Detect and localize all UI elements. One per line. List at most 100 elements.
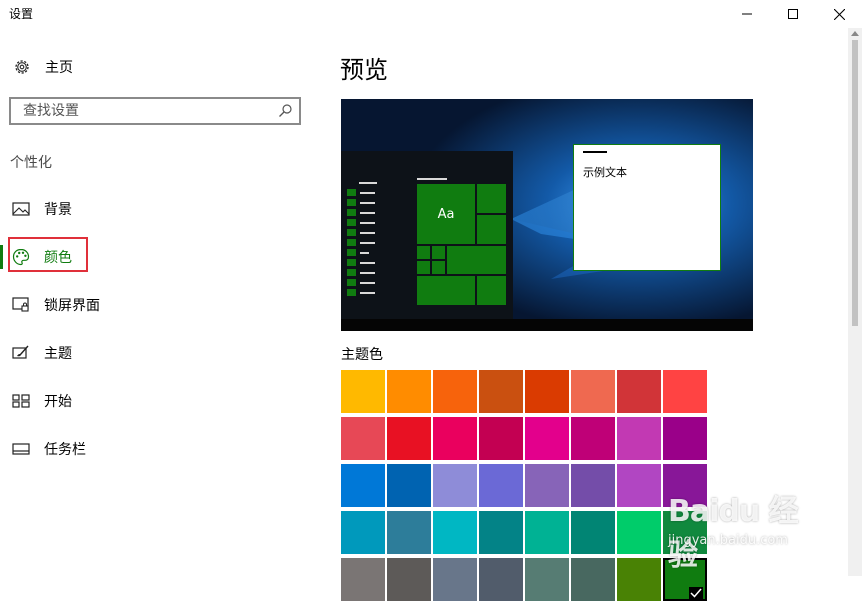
color-swatch[interactable] bbox=[479, 511, 523, 554]
window-title-bar bbox=[583, 151, 607, 153]
sidebar-item-label: 锁屏界面 bbox=[44, 298, 100, 314]
color-swatch[interactable] bbox=[341, 558, 385, 601]
color-swatch[interactable] bbox=[617, 558, 661, 601]
lock-screen-icon bbox=[12, 296, 30, 314]
color-swatch[interactable] bbox=[433, 370, 477, 413]
sidebar-item-label: 开始 bbox=[44, 394, 72, 410]
preview-tile bbox=[476, 183, 507, 214]
main-content: 预览 Aa 示例文本 主题色 bbox=[318, 28, 862, 601]
color-swatch[interactable] bbox=[387, 370, 431, 413]
color-swatch[interactable] bbox=[525, 511, 569, 554]
window-title: 设置 bbox=[9, 7, 34, 21]
preview-panel: Aa 示例文本 bbox=[341, 99, 753, 331]
color-swatch[interactable] bbox=[341, 370, 385, 413]
scroll-up-icon[interactable] bbox=[851, 30, 859, 36]
color-swatch[interactable] bbox=[341, 464, 385, 507]
color-swatch[interactable] bbox=[663, 464, 707, 507]
color-swatch[interactable] bbox=[617, 511, 661, 554]
sidebar-item-background[interactable]: 背景 bbox=[0, 189, 310, 229]
preview-tile-large: Aa bbox=[416, 183, 476, 245]
preview-tile bbox=[476, 275, 507, 306]
checkmark-icon bbox=[689, 587, 703, 599]
minimize-button[interactable] bbox=[724, 0, 770, 28]
preview-tile bbox=[416, 260, 431, 275]
color-swatch[interactable] bbox=[479, 558, 523, 601]
color-swatch[interactable] bbox=[571, 511, 615, 554]
search-box[interactable] bbox=[9, 97, 301, 125]
color-swatch[interactable] bbox=[525, 417, 569, 460]
preview-tile bbox=[476, 214, 507, 245]
color-swatch[interactable] bbox=[341, 417, 385, 460]
color-swatch[interactable] bbox=[571, 558, 615, 601]
preview-start-menu: Aa bbox=[341, 151, 513, 319]
section-personalization: 个性化 bbox=[10, 155, 52, 171]
preview-tile bbox=[431, 245, 446, 260]
preview-tile bbox=[431, 260, 446, 275]
maximize-icon bbox=[788, 9, 798, 19]
taskbar-icon bbox=[12, 440, 30, 458]
maximize-button[interactable] bbox=[770, 0, 816, 28]
sidebar-item-label: 颜色 bbox=[44, 250, 72, 266]
color-swatch[interactable] bbox=[433, 417, 477, 460]
color-swatch[interactable] bbox=[525, 370, 569, 413]
sidebar-item-label: 任务栏 bbox=[44, 442, 86, 458]
color-swatch[interactable] bbox=[341, 511, 385, 554]
page-title: 预览 bbox=[340, 56, 388, 84]
color-swatch[interactable] bbox=[663, 558, 707, 601]
preview-window: 示例文本 bbox=[573, 144, 721, 271]
tile-text: Aa bbox=[437, 206, 455, 222]
color-swatch[interactable] bbox=[617, 417, 661, 460]
color-swatch[interactable] bbox=[617, 464, 661, 507]
accent-color-title: 主题色 bbox=[341, 347, 383, 363]
color-swatch[interactable] bbox=[617, 370, 661, 413]
color-swatch[interactable] bbox=[479, 417, 523, 460]
color-swatch[interactable] bbox=[387, 417, 431, 460]
sample-text: 示例文本 bbox=[583, 166, 627, 179]
color-swatch[interactable] bbox=[663, 370, 707, 413]
preview-tile bbox=[446, 245, 507, 275]
scrollbar-thumb[interactable] bbox=[852, 40, 858, 326]
sidebar-item-start[interactable]: 开始 bbox=[0, 381, 310, 421]
color-swatch[interactable] bbox=[525, 558, 569, 601]
color-swatch[interactable] bbox=[433, 558, 477, 601]
close-icon bbox=[833, 8, 845, 20]
close-button[interactable] bbox=[816, 0, 862, 28]
start-tiles-icon bbox=[12, 392, 30, 410]
theme-brush-icon bbox=[12, 344, 30, 362]
color-swatch[interactable] bbox=[663, 511, 707, 554]
preview-tile bbox=[416, 245, 431, 260]
active-indicator bbox=[0, 245, 3, 269]
sidebar-item-themes[interactable]: 主题 bbox=[0, 333, 310, 373]
color-swatch[interactable] bbox=[479, 464, 523, 507]
scrollbar[interactable] bbox=[848, 28, 862, 576]
color-swatch[interactable] bbox=[525, 464, 569, 507]
search-input[interactable] bbox=[21, 99, 277, 123]
preview-taskbar bbox=[341, 319, 753, 331]
sidebar-item-lock-screen[interactable]: 锁屏界面 bbox=[0, 285, 310, 325]
color-swatch[interactable] bbox=[387, 511, 431, 554]
color-swatch[interactable] bbox=[571, 464, 615, 507]
gear-icon bbox=[12, 57, 32, 77]
title-bar: 设置 bbox=[0, 0, 862, 28]
picture-icon bbox=[12, 200, 30, 218]
sidebar: 主页 个性化 背景 颜色 锁屏界面 主 bbox=[0, 28, 318, 576]
start-menu-app-list bbox=[347, 178, 377, 298]
color-swatch[interactable] bbox=[479, 370, 523, 413]
color-swatch[interactable] bbox=[663, 417, 707, 460]
search-icon bbox=[279, 104, 292, 117]
color-swatch[interactable] bbox=[433, 511, 477, 554]
sidebar-item-taskbar[interactable]: 任务栏 bbox=[0, 429, 310, 469]
minimize-icon bbox=[742, 13, 752, 15]
sidebar-item-label: 主题 bbox=[44, 346, 72, 362]
sidebar-item-colors[interactable]: 颜色 bbox=[0, 237, 310, 277]
color-swatch[interactable] bbox=[387, 464, 431, 507]
color-swatch[interactable] bbox=[387, 558, 431, 601]
home-label: 主页 bbox=[45, 60, 73, 76]
palette-icon bbox=[12, 248, 30, 266]
color-swatch[interactable] bbox=[571, 417, 615, 460]
color-swatch[interactable] bbox=[433, 464, 477, 507]
sidebar-item-label: 背景 bbox=[44, 202, 72, 218]
preview-tile bbox=[416, 275, 476, 306]
home-link[interactable]: 主页 bbox=[12, 56, 73, 78]
color-swatch[interactable] bbox=[571, 370, 615, 413]
